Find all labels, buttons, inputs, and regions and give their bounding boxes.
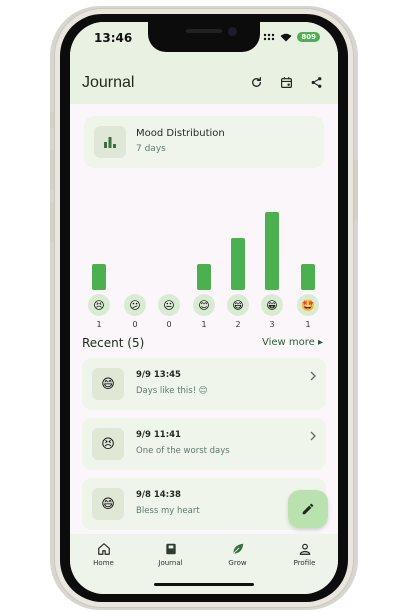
front-camera [228, 27, 237, 36]
notch [148, 22, 260, 52]
calendar-button[interactable] [278, 74, 294, 90]
screen: 13:46 809 Journal Mood Distribution 7 da… [70, 22, 338, 594]
chevron-right-icon [310, 431, 316, 441]
mood-card-title: Mood Distribution [136, 128, 225, 139]
chart-bar [197, 264, 211, 290]
entry-date: 9/8 14:38 [136, 490, 181, 500]
entry-text: One of the worst days [136, 446, 230, 456]
power-button [354, 160, 358, 220]
nav-label: Grow [228, 559, 247, 567]
chart-value-label: 2 [235, 320, 241, 329]
chart-category-emoji: 😣 [88, 294, 110, 316]
entry-mood-emoji: 😄 [92, 488, 124, 520]
chevron-right-icon [310, 371, 316, 381]
entry-text: Bless my heart [136, 506, 200, 516]
chart-category-emoji: 😐 [158, 294, 180, 316]
view-more-link[interactable]: View more ▸ [262, 337, 323, 348]
book-icon [165, 543, 176, 555]
chart-value-label: 3 [269, 320, 275, 329]
share-button[interactable] [308, 74, 324, 90]
refresh-icon [251, 76, 261, 87]
chart-category-emoji: 😊 [193, 294, 215, 316]
nav-item-home[interactable]: Home [74, 534, 134, 594]
volume-up-button [50, 150, 54, 190]
chart-bar [265, 212, 279, 290]
bar-chart-icon [104, 137, 116, 148]
mood-chart-icon-box [94, 126, 126, 158]
recent-title: Recent (5) [82, 336, 145, 350]
nav-label: Home [93, 559, 114, 567]
chart-bar [301, 264, 315, 290]
battery-indicator: 809 [297, 32, 320, 42]
refresh-button[interactable] [248, 74, 264, 90]
speaker-grill [186, 29, 222, 33]
status-icons: 809 [263, 32, 320, 42]
mood-bar-chart: 😣 1 😕 0 😐 0 😊 1 😄 2 😁 3 🤩 1 [70, 172, 338, 332]
page: 13:46 809 Journal Mood Distribution 7 da… [0, 0, 408, 612]
chart-category-emoji: 😁 [261, 294, 283, 316]
signal-icon [264, 33, 275, 41]
pencil-icon [302, 503, 314, 515]
chart-value-label: 0 [166, 320, 172, 329]
chart-category-emoji: 😄 [227, 294, 249, 316]
chart-category-emoji: 😕 [124, 294, 146, 316]
leaf-icon [232, 543, 243, 554]
home-indicator [154, 583, 254, 586]
wifi-icon [280, 33, 292, 41]
entry-mood-emoji: 😄 [92, 368, 124, 400]
entry-date: 9/9 11:41 [136, 430, 181, 440]
chart-value-label: 1 [305, 320, 311, 329]
volume-down-button [50, 202, 54, 242]
entry-mood-emoji: 😣 [92, 428, 124, 460]
mood-card-period: 7 days [136, 144, 166, 154]
chart-category-emoji: 🤩 [297, 294, 319, 316]
mood-distribution-card[interactable]: Mood Distribution 7 days [84, 116, 324, 168]
mute-switch [50, 112, 54, 128]
nav-item-profile[interactable]: Profile [275, 534, 335, 594]
share-icon [311, 76, 321, 88]
home-icon [97, 543, 110, 555]
chart-value-label: 0 [132, 320, 138, 329]
chart-value-label: 1 [96, 320, 102, 329]
person-icon [299, 543, 310, 555]
chart-bar [92, 264, 106, 290]
status-time: 13:46 [94, 31, 133, 45]
nav-label: Journal [158, 559, 183, 567]
journal-entry[interactable]: 😣 9/9 11:41 One of the worst days [82, 418, 326, 470]
chart-value-label: 1 [201, 320, 207, 329]
nav-label: Profile [293, 559, 316, 567]
calendar-icon [280, 76, 292, 88]
entry-date: 9/9 13:45 [136, 370, 181, 380]
chart-bar [231, 238, 245, 290]
app-header: 13:46 809 Journal [70, 22, 338, 104]
entry-text: Days like this! 😊 [136, 386, 208, 396]
new-entry-button[interactable] [288, 490, 328, 528]
journal-entry[interactable]: 😄 9/9 13:45 Days like this! 😊 [82, 358, 326, 410]
header-actions [248, 74, 324, 90]
page-title: Journal [82, 74, 135, 91]
